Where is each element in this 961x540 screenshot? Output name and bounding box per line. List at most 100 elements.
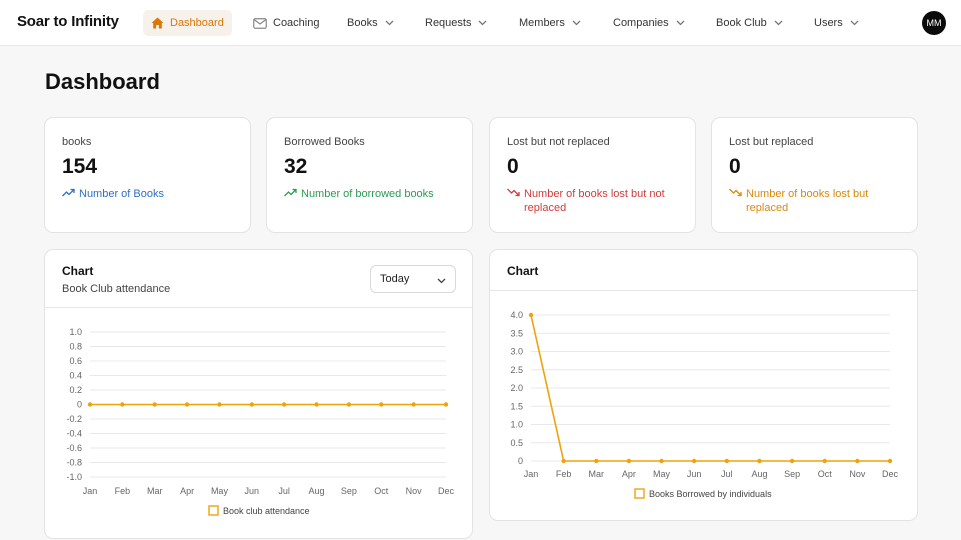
- x-tick-label: May: [211, 486, 229, 496]
- mail-icon: [253, 17, 267, 29]
- stat-card-borrowed: Borrowed Books 32 Number of borrowed boo…: [266, 117, 473, 233]
- y-tick-label: 0.6: [69, 356, 82, 366]
- legend-swatch: [208, 505, 219, 516]
- x-tick-label: Jun: [245, 486, 260, 496]
- stat-subtitle: Number of Books: [62, 187, 242, 201]
- stat-value: 154: [62, 155, 98, 178]
- legend-label: Books Borrowed by individuals: [649, 489, 772, 499]
- y-tick-label: 1.0: [510, 420, 523, 430]
- stat-subtitle-text: Number of books lost but not replaced: [524, 188, 665, 214]
- y-tick-label: 3.0: [510, 347, 523, 357]
- stat-label: Lost but not replaced: [507, 136, 610, 148]
- x-tick-label: Sep: [784, 469, 800, 479]
- y-tick-label: 0: [77, 400, 82, 410]
- chart-card-book-club: Chart Book Club attendance Today 1.0 0.8 0…: [44, 249, 473, 539]
- nav-coaching[interactable]: Coaching: [253, 10, 319, 36]
- nav-dashboard[interactable]: Dashboard: [143, 10, 232, 36]
- stat-subtitle-text: Number of Books: [79, 188, 164, 200]
- stat-value: 32: [284, 155, 308, 178]
- legend-label: Book club attendance: [223, 506, 310, 516]
- nav-companies[interactable]: Companies: [613, 10, 685, 36]
- chevron-down-icon: [676, 20, 685, 26]
- data-point: [561, 458, 566, 464]
- data-point: [314, 402, 319, 407]
- data-point: [594, 458, 599, 464]
- nav-members-label: Members: [519, 17, 565, 29]
- data-point: [217, 402, 222, 407]
- data-point: [87, 402, 93, 407]
- nav-book-club[interactable]: Book Club: [716, 10, 783, 36]
- x-tick-label: Nov: [406, 486, 423, 496]
- y-tick-label: 4.0: [510, 310, 523, 320]
- nav-dashboard-label: Dashboard: [170, 17, 224, 29]
- y-tick-label: 0.8: [69, 342, 82, 352]
- x-tick-label: Nov: [849, 469, 866, 479]
- stat-card-lost-replaced: Lost but replaced 0 Number of books lost…: [711, 117, 918, 233]
- stat-subtitle-text: Number of borrowed books: [301, 188, 434, 200]
- trending-up-icon: [62, 188, 75, 197]
- nav-books-label: Books: [347, 17, 378, 29]
- chevron-down-icon: [774, 20, 783, 26]
- x-tick-label: Oct: [374, 486, 389, 496]
- data-point: [822, 458, 827, 464]
- nav-book-club-label: Book Club: [716, 17, 767, 29]
- x-tick-label: Jul: [278, 486, 290, 496]
- stat-value: 0: [729, 155, 741, 178]
- nav-users[interactable]: Users: [814, 10, 859, 36]
- stat-value: 0: [507, 155, 519, 178]
- data-point: [626, 458, 632, 464]
- data-point: [789, 458, 795, 464]
- y-tick-label: 0.4: [69, 371, 82, 381]
- nav-companies-label: Companies: [613, 17, 669, 29]
- x-tick-label: Feb: [115, 486, 131, 496]
- x-tick-label: Apr: [180, 486, 194, 496]
- x-tick-label: Sep: [341, 486, 357, 496]
- brand-logo[interactable]: Soar to Infinity: [17, 13, 119, 30]
- nav-requests-label: Requests: [425, 17, 472, 29]
- data-point: [443, 402, 449, 407]
- trending-down-icon: [507, 188, 520, 197]
- home-icon: [151, 17, 164, 29]
- nav-requests[interactable]: Requests: [425, 10, 487, 36]
- chevron-down-icon: [572, 20, 581, 26]
- y-tick-label: -0.8: [66, 458, 82, 468]
- data-point: [887, 458, 893, 464]
- stat-label: books: [62, 136, 92, 148]
- nav-books[interactable]: Books: [347, 10, 394, 36]
- book-club-attendance-chart: 1.0 0.8 0.6 0.4 0.2 0 -0.2 -0.4 -0.6 -0.8 -1.0Jan F…: [66, 327, 454, 516]
- x-tick-label: Oct: [818, 469, 833, 479]
- x-tick-label: Mar: [147, 486, 163, 496]
- x-tick-label: Dec: [882, 469, 899, 479]
- nav-members[interactable]: Members: [519, 10, 581, 36]
- chevron-down-icon: [385, 20, 394, 26]
- data-point: [281, 402, 287, 407]
- y-tick-label: 3.5: [510, 328, 523, 338]
- data-point: [249, 402, 255, 407]
- x-tick-label: Mar: [589, 469, 605, 479]
- data-point: [346, 402, 352, 407]
- y-tick-label: 2.0: [510, 383, 523, 393]
- trending-down-icon: [729, 188, 742, 197]
- user-avatar[interactable]: MM: [922, 11, 946, 35]
- y-tick-label: 0: [518, 456, 523, 466]
- y-tick-label: -0.6: [66, 443, 82, 453]
- x-tick-label: Feb: [556, 469, 572, 479]
- y-tick-label: 0.5: [510, 438, 523, 448]
- stat-card-books: books 154 Number of Books: [44, 117, 251, 233]
- y-tick-label: 1.0: [69, 327, 82, 337]
- data-point: [184, 402, 190, 407]
- y-tick-label: 0.2: [69, 385, 82, 395]
- stat-label: Lost but replaced: [729, 136, 814, 148]
- data-point: [120, 402, 125, 407]
- x-tick-label: Jan: [83, 486, 98, 496]
- y-tick-label: -0.2: [66, 414, 82, 424]
- data-point: [757, 458, 762, 464]
- x-tick-label: Jun: [687, 469, 702, 479]
- data-point: [411, 402, 416, 407]
- data-point: [659, 458, 664, 464]
- chart-card-borrowed: Chart 4.0 3.5 3.0 2.5 2.0 1.5 1.0 0.5 0 Jan Feb Mar…: [489, 249, 918, 521]
- x-tick-label: May: [653, 469, 671, 479]
- data-point: [379, 402, 384, 407]
- x-tick-label: Apr: [622, 469, 636, 479]
- x-tick-label: Aug: [751, 469, 767, 479]
